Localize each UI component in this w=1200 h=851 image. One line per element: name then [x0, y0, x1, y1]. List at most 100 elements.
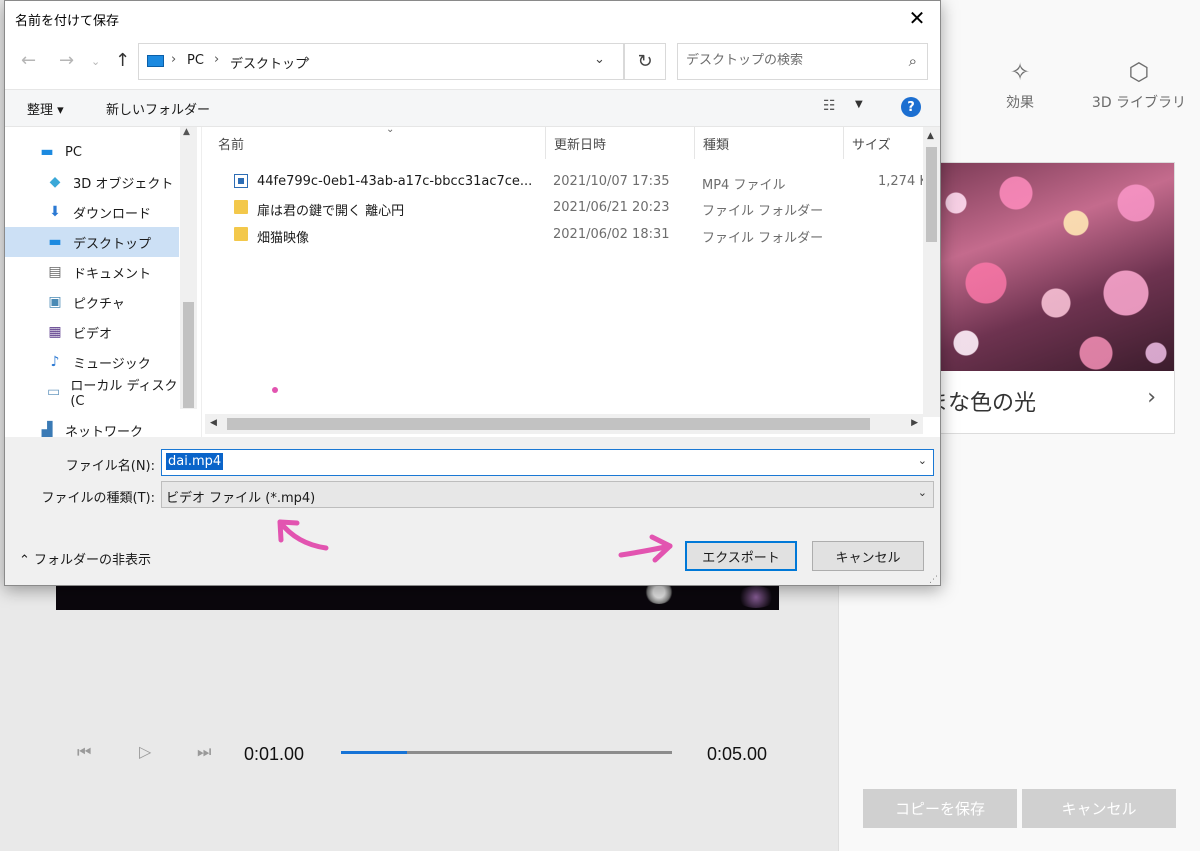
- scroll-right-icon[interactable]: ▶: [911, 418, 918, 428]
- previous-frame-icon[interactable]: ⏮: [77, 742, 91, 762]
- export-button[interactable]: エクスポート: [685, 541, 797, 571]
- new-folder-button[interactable]: 新しいフォルダー: [106, 99, 210, 118]
- nav-item-documents[interactable]: ▤ ドキュメント: [5, 257, 179, 287]
- nav-item-network[interactable]: ▟ ネットワーク: [5, 415, 179, 437]
- refresh-icon: ↻: [637, 51, 653, 72]
- forward-arrow-icon[interactable]: →: [59, 50, 74, 71]
- hide-folders-toggle[interactable]: ⌃ フォルダーの非表示: [19, 549, 151, 568]
- nav-item-desktop[interactable]: ▬ デスクトップ: [5, 227, 179, 257]
- dialog-title: 名前を付けて保存: [15, 14, 120, 29]
- address-bar[interactable]: › PC › デスクトップ › ⌄: [138, 43, 624, 80]
- current-time: 0:01.00: [244, 744, 305, 764]
- nav-pane-scrollbar[interactable]: [180, 127, 197, 409]
- pc-icon: ▬: [40, 144, 54, 160]
- file-list: 名前 ⌄ 更新日時 種類 サイズ 44fe799c-0eb1-43ab-a17c-…: [201, 124, 940, 437]
- nav-item-local-disk[interactable]: ▭ ローカル ディスク (C: [5, 377, 179, 409]
- column-label: 名前: [218, 137, 245, 153]
- column-header-type[interactable]: 種類: [695, 127, 844, 159]
- network-icon: ▟: [41, 422, 53, 437]
- play-icon[interactable]: ▷: [139, 742, 151, 761]
- chevron-down-icon[interactable]: ⌄: [918, 486, 927, 499]
- recent-locations-icon[interactable]: ⌄: [91, 55, 100, 68]
- nav-item-label: 3D オブジェクト: [73, 176, 174, 192]
- file-row[interactable]: 扉は君の鍵で開く 離心円 2021/06/21 20:23 ファイル フォルダー: [202, 195, 922, 221]
- scrollbar-thumb[interactable]: [926, 147, 937, 242]
- search-box[interactable]: ⌕: [677, 43, 928, 80]
- scrollbar-thumb[interactable]: [227, 418, 870, 430]
- nav-item-label: ドキュメント: [73, 266, 152, 282]
- effect-card[interactable]: まな色の光 ›: [925, 162, 1175, 434]
- file-list-horizontal-scrollbar[interactable]: ◀ ▶: [205, 414, 923, 434]
- back-arrow-icon[interactable]: ←: [21, 50, 36, 71]
- filetype-label: ファイルの種類(T):: [41, 491, 155, 506]
- nav-item-3d-objects[interactable]: ◆ 3D オブジェクト: [5, 167, 179, 197]
- effects-tool-label: 効果: [1006, 95, 1034, 111]
- download-icon: ⬇: [49, 204, 61, 220]
- pc-icon: [147, 55, 164, 67]
- chevron-down-icon[interactable]: ⌄: [918, 454, 927, 467]
- nav-item-downloads[interactable]: ⬇ ダウンロード: [5, 197, 179, 227]
- up-arrow-icon[interactable]: ↑: [115, 50, 130, 71]
- scroll-up-icon[interactable]: ▲: [927, 131, 934, 141]
- file-size: 1,274 K: [878, 174, 928, 189]
- filetype-select[interactable]: ビデオ ファイル (*.mp4) ⌄: [161, 481, 934, 508]
- view-options-icon[interactable]: ☷: [823, 98, 836, 114]
- breadcrumb-desktop[interactable]: デスクトップ: [230, 53, 308, 72]
- desktop-icon: ▬: [48, 234, 62, 250]
- scroll-left-icon[interactable]: ◀: [210, 418, 217, 428]
- 3d-library-tool-label: 3D ライブラリ: [1091, 95, 1187, 111]
- column-label: 更新日時: [554, 137, 607, 153]
- breadcrumb-separator: ›: [171, 52, 177, 67]
- filetype-value: ビデオ ファイル (*.mp4): [166, 491, 316, 506]
- dialog-close-button[interactable]: ✕: [894, 1, 940, 35]
- panel-cancel-button[interactable]: キャンセル: [1022, 789, 1176, 828]
- panel-cancel-label: キャンセル: [1061, 800, 1137, 818]
- folder-icon: [234, 200, 248, 214]
- breadcrumb-pc[interactable]: PC: [187, 53, 204, 68]
- next-frame-icon[interactable]: ⏭: [197, 742, 211, 762]
- column-header-size[interactable]: サイズ: [844, 127, 924, 159]
- breadcrumb-separator: ›: [214, 52, 220, 67]
- 3d-library-tool[interactable]: ⬡ 3D ライブラリ: [1084, 58, 1194, 112]
- seek-bar[interactable]: [341, 751, 672, 754]
- nav-item-label: ローカル ディスク (C: [70, 379, 178, 409]
- help-icon[interactable]: ?: [901, 97, 921, 117]
- filename-value: dai.mp4: [166, 453, 224, 470]
- end-time: 0:05.00: [707, 744, 768, 764]
- chevron-down-icon[interactable]: ▼: [855, 99, 863, 110]
- file-type: ファイル フォルダー: [702, 231, 824, 246]
- file-row[interactable]: 畑猫映像 2021/06/02 18:31 ファイル フォルダー: [202, 222, 922, 248]
- column-header-name[interactable]: 名前 ⌄: [210, 124, 546, 159]
- file-row[interactable]: 44fe799c-0eb1-43ab-a17c-bbcc31ac7ce... 2…: [202, 169, 928, 195]
- dialog-toolbar: 整理 ▾ 新しいフォルダー ☷ ▼ ?: [5, 89, 940, 127]
- scrollbar-thumb[interactable]: [183, 302, 194, 408]
- scroll-up-icon[interactable]: ▲: [183, 127, 190, 137]
- resize-grip-icon[interactable]: ⋰: [929, 575, 938, 585]
- save-copy-label: コピーを保存: [894, 800, 985, 818]
- nav-item-videos[interactable]: ▦ ビデオ: [5, 317, 179, 347]
- sparkle-icon: ✧: [1009, 58, 1031, 86]
- search-icon[interactable]: ⌕: [909, 52, 917, 70]
- organize-menu[interactable]: 整理 ▾: [27, 99, 64, 118]
- file-name: 44fe799c-0eb1-43ab-a17c-bbcc31ac7ce...: [257, 174, 533, 189]
- nav-item-pc[interactable]: ▬ PC: [5, 137, 179, 167]
- file-modified: 2021/10/07 17:35: [553, 174, 670, 189]
- nav-item-music[interactable]: ♪ ミュージック: [5, 347, 179, 377]
- search-input[interactable]: [686, 53, 896, 68]
- nav-item-label: ビデオ: [73, 326, 113, 342]
- column-header-modified[interactable]: 更新日時: [546, 127, 695, 159]
- bokeh-light: [736, 586, 776, 608]
- file-list-vertical-scrollbar[interactable]: ▲: [923, 127, 940, 417]
- chevron-down-icon[interactable]: ⌄: [594, 52, 605, 67]
- column-label: 種類: [703, 137, 730, 153]
- close-icon: ✕: [908, 6, 926, 30]
- nav-item-pictures[interactable]: ▣ ピクチャ: [5, 287, 179, 317]
- cancel-button[interactable]: キャンセル: [812, 541, 924, 571]
- effects-tool[interactable]: ✧ 効果: [965, 58, 1075, 112]
- refresh-button[interactable]: ↻: [624, 43, 666, 80]
- effect-thumbnail: [926, 163, 1174, 371]
- local-disk-icon: ▭: [47, 384, 61, 400]
- file-name: 畑猫映像: [257, 231, 310, 246]
- filename-input[interactable]: dai.mp4 ⌄: [161, 449, 934, 476]
- save-copy-button[interactable]: コピーを保存: [863, 789, 1017, 828]
